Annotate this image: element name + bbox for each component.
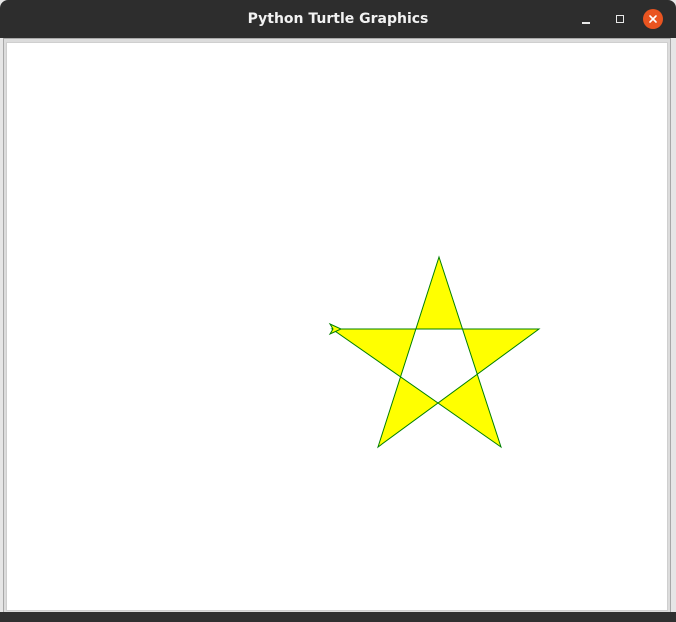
turtle-window: Python Turtle Graphics bbox=[0, 0, 676, 622]
bottom-terminal-strip bbox=[0, 612, 676, 622]
drawing-layer bbox=[328, 255, 541, 449]
star-shape bbox=[330, 255, 541, 449]
